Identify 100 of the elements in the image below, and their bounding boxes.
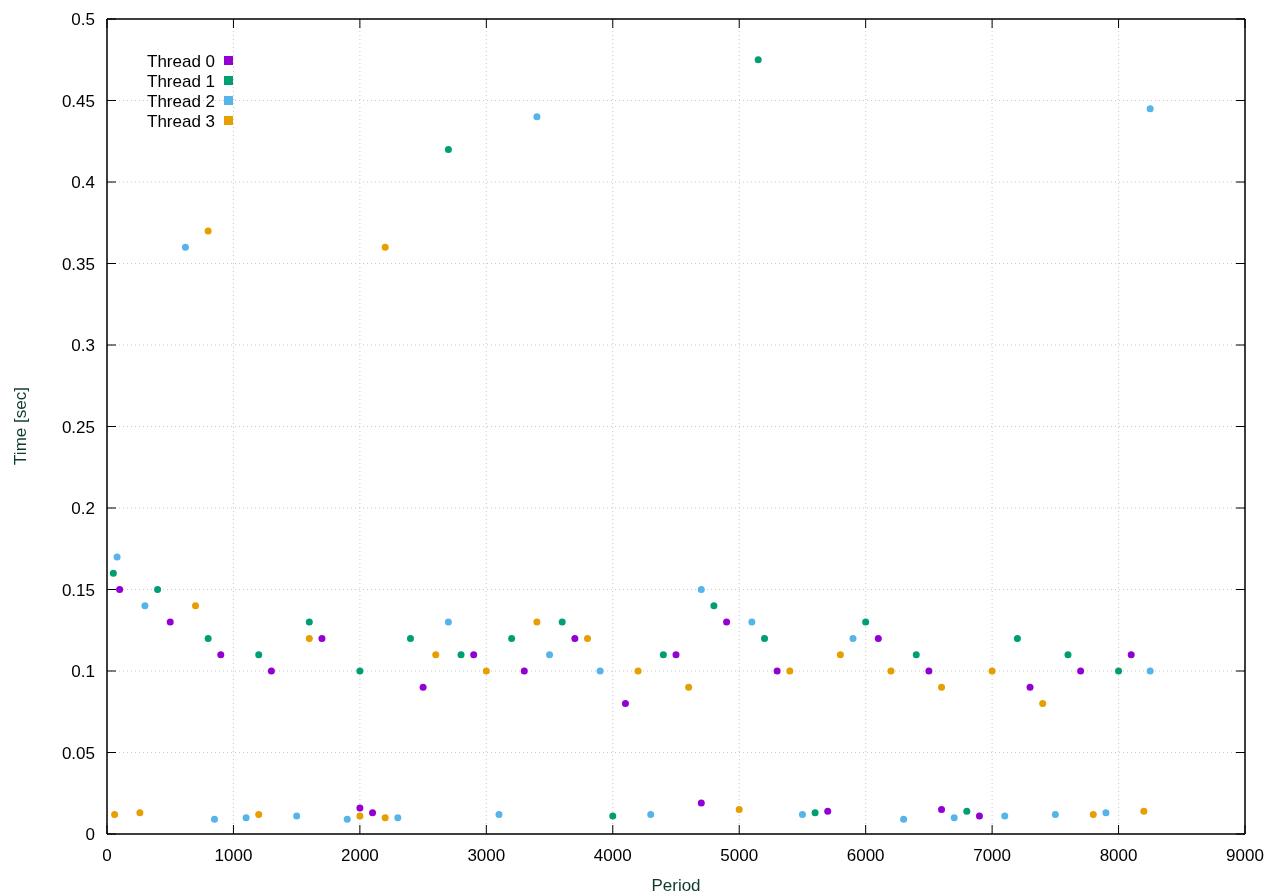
- data-point: [533, 618, 541, 626]
- data-point: [546, 651, 554, 659]
- data-point: [938, 683, 946, 691]
- data-point: [1077, 667, 1085, 675]
- data-point: [141, 602, 149, 610]
- data-point: [1146, 667, 1154, 675]
- data-point: [444, 145, 452, 153]
- data-point: [267, 667, 275, 675]
- data-point: [1026, 683, 1034, 691]
- data-point: [293, 812, 301, 820]
- data-point: [482, 667, 490, 675]
- y-tick-label: 0: [85, 825, 95, 844]
- x-tick-label: 4000: [593, 846, 632, 865]
- data-point: [634, 667, 642, 675]
- x-tick-label: 9000: [1226, 846, 1264, 865]
- data-point: [836, 651, 844, 659]
- legend-label: Thread 3: [147, 112, 216, 131]
- data-point: [950, 814, 958, 822]
- data-point: [495, 810, 503, 818]
- data-point: [305, 618, 313, 626]
- data-point: [343, 815, 351, 823]
- data-point: [181, 243, 189, 251]
- data-point: [1001, 812, 1009, 820]
- y-tick-label: 0.35: [61, 254, 95, 274]
- data-point: [862, 618, 870, 626]
- data-point: [204, 227, 212, 235]
- data-point: [533, 113, 541, 121]
- data-point: [111, 810, 119, 818]
- data-point: [444, 618, 452, 626]
- data-point: [381, 814, 389, 822]
- data-point: [369, 809, 377, 817]
- data-point: [1102, 809, 1110, 817]
- data-point: [242, 814, 250, 822]
- x-axis-title: Period: [651, 876, 701, 895]
- data-point: [874, 634, 882, 642]
- data-point: [647, 810, 655, 818]
- data-point: [255, 810, 263, 818]
- data-point: [849, 634, 857, 642]
- data-point: [116, 586, 124, 593]
- data-point: [900, 815, 908, 823]
- data-point: [685, 683, 693, 691]
- data-point: [697, 799, 705, 807]
- data-point: [723, 618, 731, 626]
- y-tick-label: 0.05: [61, 743, 95, 763]
- data-point: [192, 602, 199, 610]
- x-tick-label: 7000: [973, 846, 1012, 865]
- x-tick-label: 0: [102, 846, 112, 865]
- data-point: [659, 651, 667, 659]
- data-point: [381, 243, 389, 251]
- y-tick-label: 0.5: [71, 10, 95, 29]
- data-point: [109, 569, 117, 577]
- data-point: [811, 809, 819, 817]
- y-tick-label: 0.3: [71, 336, 95, 355]
- data-point: [925, 667, 933, 675]
- data-point: [356, 667, 364, 675]
- data-point: [508, 634, 516, 642]
- data-point: [571, 634, 579, 642]
- y-tick-label: 0.2: [71, 499, 95, 518]
- y-tick-label: 0.25: [61, 417, 95, 437]
- legend-label: Thread 1: [147, 72, 216, 91]
- data-point: [136, 809, 144, 817]
- y-tick-label: 0.15: [61, 580, 95, 600]
- data-point: [975, 812, 983, 820]
- data-point: [113, 553, 121, 561]
- data-point: [457, 651, 465, 659]
- y-tick-label: 0.1: [71, 662, 95, 681]
- data-point: [584, 634, 591, 642]
- data-point: [1013, 634, 1021, 642]
- data-point: [710, 602, 718, 610]
- data-point: [621, 700, 629, 708]
- data-point: [154, 586, 162, 593]
- data-point: [824, 807, 832, 815]
- x-tick-label: 2000: [340, 846, 379, 865]
- data-point: [419, 683, 427, 691]
- y-axis-title: Time [sec]: [11, 387, 30, 465]
- data-point: [609, 812, 617, 820]
- x-tick-label: 8000: [1099, 846, 1138, 865]
- data-point: [305, 634, 313, 642]
- data-point: [697, 586, 705, 593]
- x-tick-label: 6000: [846, 846, 885, 865]
- data-point: [798, 810, 806, 818]
- y-tick-label: 0.4: [71, 173, 95, 192]
- data-point: [558, 618, 566, 626]
- data-point: [217, 651, 225, 659]
- data-point: [912, 651, 920, 659]
- data-point: [394, 814, 402, 822]
- data-point: [735, 806, 743, 814]
- data-point: [432, 651, 440, 659]
- data-point: [754, 56, 762, 64]
- data-point: [963, 807, 971, 815]
- data-point: [204, 634, 212, 642]
- data-point: [748, 618, 756, 626]
- data-point: [988, 667, 996, 675]
- data-point: [1089, 810, 1097, 818]
- data-point: [773, 667, 781, 675]
- data-point: [1064, 651, 1072, 659]
- data-point: [1140, 807, 1148, 815]
- data-point: [1115, 667, 1123, 675]
- legend-label: Thread 2: [147, 92, 216, 111]
- data-point: [1127, 651, 1135, 659]
